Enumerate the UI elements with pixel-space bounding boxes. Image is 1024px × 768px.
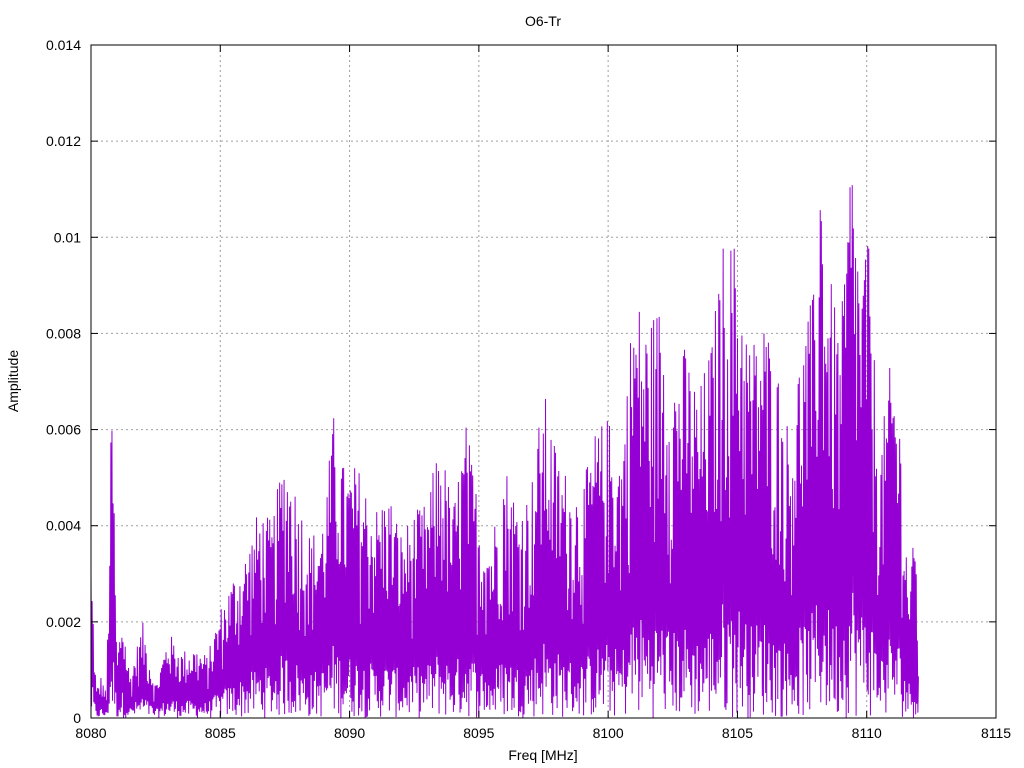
- x-tick-label: 8090: [334, 725, 365, 741]
- y-tick-label: 0.008: [46, 325, 81, 341]
- chart: 8080 8085 8090 8095 8100 8105 8110 8115 00.0020…: [5, 13, 1011, 763]
- x-tick-label: 8100: [593, 725, 624, 741]
- y-tick-label: 0.014: [46, 37, 81, 53]
- x-axis-label: Freq [MHz]: [508, 747, 577, 763]
- x-tick-labels: 8080 8085 8090 8095 8100 8105 8110 8115: [75, 725, 1011, 741]
- chart-title: O6-Tr: [525, 13, 561, 29]
- series: [90, 185, 919, 718]
- series-line: [90, 185, 919, 718]
- y-tick-label: 0.004: [46, 518, 81, 534]
- x-tick-label: 8110: [852, 725, 882, 741]
- x-tick-label: 8085: [205, 725, 236, 741]
- y-tick-label: 0: [73, 710, 81, 726]
- y-tick-label: 0.002: [46, 614, 81, 630]
- y-axis-label: Amplitude: [5, 350, 21, 412]
- x-tick-label: 8095: [463, 725, 494, 741]
- y-tick-label: 0.006: [46, 422, 81, 438]
- x-tick-label: 8105: [722, 725, 753, 741]
- y-tick-label: 0.01: [54, 229, 81, 245]
- x-tick-label: 8115: [981, 725, 1011, 741]
- y-tick-labels: 0 0.002 0.004 0.006 0.008 0.01 0.012 0.014: [46, 37, 81, 726]
- x-tick-label: 8080: [75, 725, 106, 741]
- y-tick-label: 0.012: [46, 133, 81, 149]
